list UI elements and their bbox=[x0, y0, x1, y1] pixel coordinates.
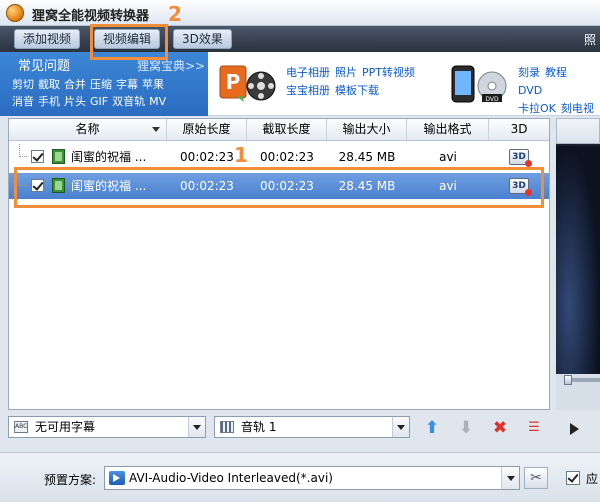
video-preview bbox=[556, 118, 600, 374]
help-strip: 常见问题 狸窝宝典>> 剪切 截取 合并 压缩 字幕 苹果 消音 手机 片头 GIF 双音轨 MV … bbox=[0, 52, 600, 116]
chevron-down-icon[interactable] bbox=[501, 467, 519, 489]
faq-panel: 常见问题 狸窝宝典>> 剪切 截取 合并 压缩 字幕 苹果 消音 手机 片头 GIF 双音轨 MV bbox=[0, 52, 208, 116]
promo-link[interactable]: 模板下载 bbox=[335, 84, 379, 97]
apply-all-checkbox[interactable] bbox=[566, 471, 580, 485]
column-header-original[interactable]: 原始长度 bbox=[167, 119, 247, 141]
preset-value: AVI-Audio-Video Interleaved(*.avi) bbox=[129, 471, 333, 485]
column-header-name[interactable]: 名称 bbox=[9, 119, 167, 141]
film-icon bbox=[52, 149, 65, 164]
annotation-box-step1 bbox=[14, 167, 544, 208]
preview-header bbox=[556, 118, 600, 144]
faq-link[interactable]: 合并 bbox=[64, 78, 86, 91]
move-up-icon[interactable]: ⬆ bbox=[422, 418, 442, 438]
row-checkbox[interactable] bbox=[31, 150, 44, 163]
subtitle-select[interactable]: ABC 无可用字幕 bbox=[8, 416, 206, 438]
promo-link[interactable]: PPT转视频 bbox=[362, 66, 415, 79]
svg-text:P: P bbox=[226, 70, 241, 94]
3d-settings-icon[interactable]: 3D bbox=[509, 149, 532, 167]
faq-link[interactable]: 剪切 bbox=[12, 78, 34, 91]
preset-label: 预置方案: bbox=[44, 473, 97, 487]
wrench-icon[interactable]: ✂ bbox=[524, 467, 548, 489]
faq-link[interactable]: 手机 bbox=[38, 95, 60, 108]
apply-all-label: 应 bbox=[586, 472, 599, 486]
sort-arrow-icon bbox=[152, 127, 160, 132]
subtitle-icon: ABC bbox=[14, 421, 28, 433]
preview-screen bbox=[556, 146, 600, 374]
annotation-step2-number: 2 bbox=[168, 2, 182, 26]
faq-link[interactable]: GIF bbox=[90, 95, 108, 108]
move-down-icon[interactable]: ⬇ bbox=[456, 418, 476, 438]
play-icon[interactable] bbox=[570, 423, 579, 435]
faq-link[interactable]: 双音轨 bbox=[112, 95, 145, 108]
promo-link[interactable]: 刻录 bbox=[518, 66, 540, 79]
preset-select[interactable]: AVI-Audio-Video Interleaved(*.avi) bbox=[104, 466, 520, 490]
faq-link[interactable]: 字幕 bbox=[116, 78, 138, 91]
tree-connector bbox=[19, 144, 27, 157]
slider-knob[interactable] bbox=[564, 375, 572, 385]
audio-track-select[interactable]: 音轨 1 bbox=[214, 416, 410, 438]
annotation-box-step2 bbox=[90, 24, 168, 60]
phone-dvd-icon: DVD bbox=[451, 65, 507, 103]
promo-link[interactable]: 卡拉OK bbox=[518, 102, 556, 115]
clear-list-icon[interactable]: ☰ bbox=[524, 418, 544, 438]
column-header-3d[interactable]: 3D bbox=[489, 119, 549, 141]
column-header-format[interactable]: 输出格式 bbox=[407, 119, 489, 141]
svg-text:DVD: DVD bbox=[485, 96, 499, 103]
list-controls: ABC 无可用字幕 音轨 1 ⬆ ⬇ ✖ ☰ bbox=[8, 414, 552, 442]
faq-title: 常见问题 bbox=[18, 59, 71, 74]
preset-footer: 预置方案: AVI-Audio-Video Interleaved(*.avi)… bbox=[0, 452, 600, 502]
promo-link[interactable]: 宝宝相册 bbox=[286, 84, 330, 97]
promo-link[interactable]: 电子相册 bbox=[286, 66, 330, 79]
add-video-button[interactable]: 添加视频 bbox=[14, 29, 81, 49]
column-header-label: 名称 bbox=[75, 122, 100, 136]
promo-link[interactable]: DVD bbox=[518, 84, 542, 97]
faq-link[interactable]: 压缩 bbox=[90, 78, 112, 91]
toolbar-right-label[interactable]: 照 bbox=[584, 31, 596, 48]
chevron-down-icon[interactable] bbox=[188, 417, 205, 437]
annotation-step1-number: 1 bbox=[234, 143, 248, 167]
app-logo-icon bbox=[6, 4, 24, 22]
preview-seek-slider[interactable] bbox=[556, 374, 600, 410]
chevron-down-icon[interactable] bbox=[392, 417, 409, 437]
faq-links: 剪切 截取 合并 压缩 字幕 苹果 消音 手机 片头 GIF 双音轨 MV bbox=[12, 76, 208, 110]
audio-track-icon bbox=[220, 421, 234, 433]
ppt-to-video-icon: P bbox=[219, 65, 276, 102]
promo-link[interactable]: 教程 bbox=[545, 66, 567, 79]
file-list-header: 名称 原始长度 截取长度 输出大小 输出格式 3D bbox=[9, 119, 549, 141]
promo-link[interactable]: 照片 bbox=[335, 66, 357, 79]
app-title: 狸窝全能视频转换器 bbox=[32, 9, 150, 24]
file-list: 名称 原始长度 截取长度 输出大小 输出格式 3D 闺蜜的祝福 ... 00:0… bbox=[8, 118, 550, 410]
effect-3d-button[interactable]: 3D效果 bbox=[173, 29, 232, 49]
faq-link[interactable]: 苹果 bbox=[142, 78, 164, 91]
video-format-icon bbox=[109, 471, 125, 485]
promo-album-links: 电子相册 照片 PPT转视频 宝宝相册 模板下载 bbox=[286, 64, 420, 100]
faq-link[interactable]: MV bbox=[149, 95, 166, 108]
subtitle-value: 无可用字幕 bbox=[35, 420, 96, 434]
promo-link[interactable]: 刻电视 bbox=[561, 102, 594, 115]
faq-link[interactable]: 片头 bbox=[64, 95, 86, 108]
faq-link[interactable]: 截取 bbox=[38, 78, 60, 91]
app-window: 狸窝全能视频转换器 添加视频 视频编辑 3D效果 照 常见问题 狸窝宝典>> 剪… bbox=[0, 0, 600, 502]
faq-link[interactable]: 消音 bbox=[12, 95, 34, 108]
player-controls bbox=[556, 414, 600, 444]
column-header-cut[interactable]: 截取长度 bbox=[247, 119, 327, 141]
title-bar: 狸窝全能视频转换器 bbox=[0, 0, 600, 26]
audio-track-value: 音轨 1 bbox=[241, 420, 277, 434]
promo-dvd-links: 刻录 教程DVD 卡拉OK 刻电视 bbox=[518, 64, 600, 118]
delete-icon[interactable]: ✖ bbox=[490, 418, 510, 438]
column-header-size[interactable]: 输出大小 bbox=[327, 119, 407, 141]
